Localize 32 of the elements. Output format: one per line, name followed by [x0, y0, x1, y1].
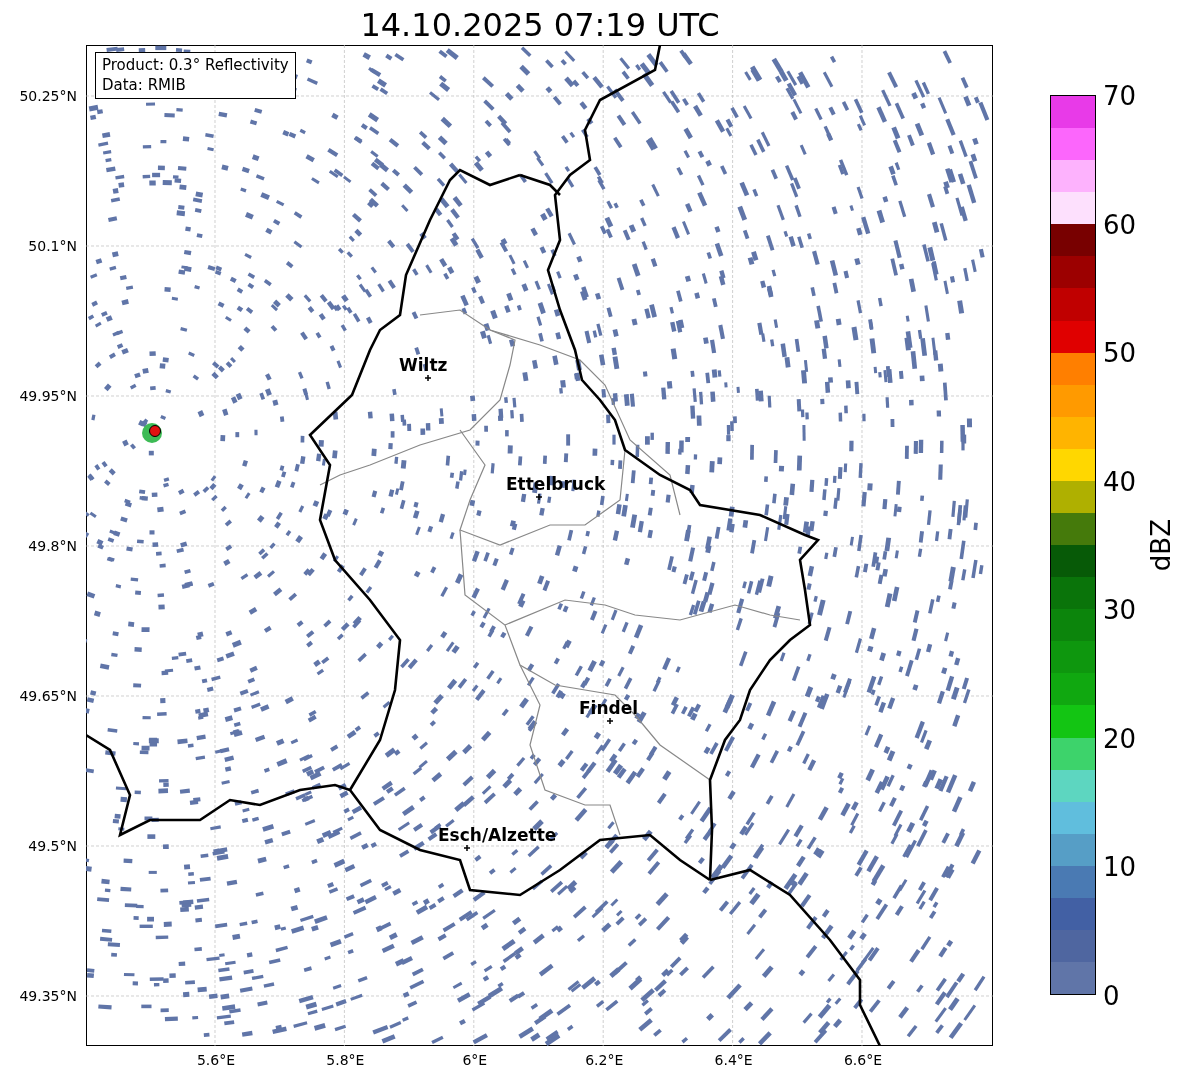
colorbar-tick-label: 20: [1103, 723, 1137, 754]
latitude-label: 49.35°N: [19, 988, 77, 1004]
city-marker-icon: [424, 374, 432, 382]
longitude-label: 6°E: [461, 1052, 489, 1068]
colorbar-tick-label: 30: [1103, 595, 1137, 626]
city-marker-icon: [535, 493, 543, 501]
radar-site-icon: [142, 423, 162, 443]
colorbar-tick-label: 50: [1103, 338, 1137, 369]
city-marker-icon: [463, 844, 471, 852]
colorbar-tick-label: 60: [1103, 209, 1137, 240]
longitude-label: 5.6°E: [195, 1052, 237, 1068]
city-label: Wiltz: [399, 355, 448, 375]
latitude-label: 49.95°N: [19, 388, 77, 404]
colorbar-tick-label: 70: [1103, 81, 1137, 111]
colorbar-tick-label: 0: [1103, 981, 1120, 1011]
info-text: Product: 0.3° Reflectivity: [102, 55, 289, 75]
city-marker-icon: [606, 717, 614, 725]
latitude-label: 50.25°N: [19, 88, 77, 104]
longitude-label: 6.6°E: [842, 1052, 884, 1068]
longitude-label: 5.8°E: [325, 1052, 366, 1068]
city-label: Esch/Alzette: [438, 825, 557, 845]
latitude-label: 49.65°N: [19, 688, 77, 704]
chart-title: 14.10.2025 07:19 UTC: [360, 6, 720, 44]
latitude-label: 50.1°N: [28, 238, 77, 254]
colorbar-tick-label: 40: [1103, 466, 1137, 497]
colorbar-tick-label: 10: [1103, 852, 1137, 883]
longitude-label: 6.2°E: [584, 1052, 625, 1068]
latitude-label: 49.5°N: [28, 838, 77, 854]
info-text: Data: RMIB: [102, 75, 187, 95]
colorbar-title: dBZ: [1146, 518, 1176, 572]
latitude-label: 49.8°N: [28, 538, 77, 554]
longitude-label: 6.4°E: [713, 1052, 754, 1068]
